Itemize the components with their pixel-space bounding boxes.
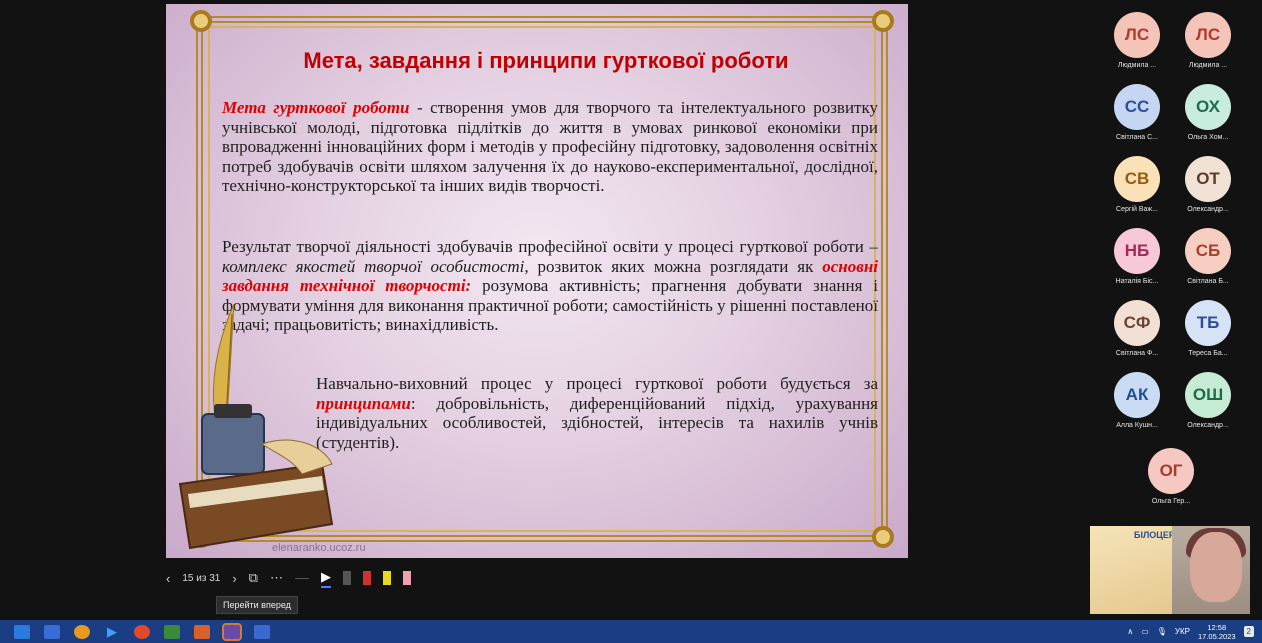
participant-name: Людмила ... [1188,62,1228,69]
avatar: ОГ [1148,448,1194,494]
slides-grid-icon[interactable]: ⧉ [249,570,258,586]
participant-tile[interactable]: НБ Наталія Біс... [1100,228,1174,285]
participant-name: Світлана Б... [1187,278,1229,285]
participant-tile[interactable]: АК Алла Кушн... [1100,372,1174,429]
word-icon[interactable] [254,624,270,639]
teams-icon[interactable] [222,622,242,641]
next-slide-tooltip: Перейти вперед [216,596,298,614]
calculator-icon[interactable] [164,624,180,639]
avatar: АК [1114,372,1160,418]
clock[interactable]: 12:58 17.05.2023 [1198,623,1236,641]
paragraph-principles: Навчально-виховний процес у процесі гурт… [316,374,878,452]
goal-lead: Мета гурткової роботи [222,98,410,117]
play-icon[interactable]: ▶ [104,624,120,639]
avatar: НБ [1114,228,1160,274]
network-icon[interactable]: ▭ [1141,627,1149,636]
slide-counter: 15 из 31 [182,572,221,584]
participant-tile[interactable]: ОГ Ольга Гер... [1134,448,1208,505]
clock-time: 12:58 [1207,622,1227,632]
participant-name: Наталія Біс... [1115,278,1159,285]
presentation-stage: Мета, завдання і принципи гурткової робо… [0,0,1262,620]
slide-controls: ‹ 15 из 31 › ⧉ ⋯ ▶ [166,566,486,590]
highlighter-tool-icon[interactable] [382,571,391,585]
avatar: СВ [1114,156,1160,202]
frame-corner-ornament [872,10,894,32]
toolbar-divider [294,577,309,579]
clock-date: 17.05.2023 [1198,631,1236,641]
chrome-icon[interactable] [134,624,150,639]
participant-name: Олександр... [1187,422,1229,429]
participant-name: Людмила ... [1117,62,1157,69]
participant-name: Сергій Важ... [1116,206,1158,213]
speaker-video-tile[interactable]: БІЛОЦЕРК НЕПЕРЕРВН [1090,526,1250,614]
taskbar: ▶ ∧ ▭ 🎙 УКР 12:58 17.05.2023 2 [0,620,1262,643]
participant-name: Світлана Ф... [1115,350,1159,357]
avatar: ОХ [1185,84,1231,130]
participant-tile[interactable]: ОХ Ольга Хом... [1171,84,1245,141]
participant-tile[interactable]: СБ Світлана Б... [1171,228,1245,285]
principles-text-a: Навчально-виховний процес у процесі гурт… [316,374,878,393]
prev-slide-button[interactable]: ‹ [166,571,170,586]
red-pen-tool-icon[interactable] [362,571,371,585]
more-options-icon[interactable]: ⋯ [270,570,283,586]
result-italic: комплекс якостей творчої особистості [222,256,525,276]
slide-watermark: elenaranko.ucoz.ru [272,542,366,554]
start-icon[interactable] [14,624,30,639]
avatar: СБ [1185,228,1231,274]
pink-marker-tool-icon[interactable] [402,571,411,585]
participant-name: Алла Кушн... [1116,422,1158,429]
participant-name: Ольга Гер... [1151,498,1191,505]
avatar: ЛС [1185,12,1231,58]
participant-tile[interactable]: СС Світлана С... [1100,84,1174,141]
result-text-b: , розвиток яких можна розглядати як [524,256,823,276]
language-indicator[interactable]: УКР [1175,627,1190,636]
eraser-tool-icon[interactable] [342,571,351,585]
pointer-tool-icon[interactable]: ▶ [320,569,331,588]
avatar: ТБ [1185,300,1231,346]
system-tray: ∧ ▭ 🎙 УКР 12:58 17.05.2023 2 [1127,620,1254,643]
frame-corner-ornament [872,526,894,548]
save-icon[interactable] [44,624,60,639]
settings-app-icon[interactable] [194,624,210,639]
next-slide-button[interactable]: › [232,571,236,586]
avatar: СФ [1114,300,1160,346]
microphone-icon[interactable]: 🎙 [1157,627,1167,636]
inkwell-books-illustration [178,303,334,550]
result-text-a: Результат творчої діяльності здобувачів … [222,237,878,256]
participant-name: Тереса Ба... [1188,350,1228,357]
participant-tile[interactable]: ЛС Людмила ... [1100,12,1174,69]
speaker-face [1190,532,1242,602]
avatar: СС [1114,84,1160,130]
participant-tile[interactable]: ОТ Олександр... [1171,156,1245,213]
slide-title: Мета, завдання і принципи гурткової робо… [303,48,789,73]
notifications-icon[interactable]: 2 [1243,626,1254,637]
participant-tile[interactable]: СВ Сергій Важ... [1100,156,1174,213]
media-app-icon[interactable] [74,624,90,639]
paragraph-goal: Мета гурткової роботи - створення умов д… [222,98,878,196]
participant-tile[interactable]: ЛС Людмила ... [1171,12,1245,69]
slide: Мета, завдання і принципи гурткової робо… [166,4,908,558]
participant-name: Світлана С... [1116,134,1158,141]
frame-corner-ornament [190,10,212,32]
participant-tile[interactable]: ТБ Тереса Ба... [1171,300,1245,357]
participant-name: Олександр... [1187,206,1229,213]
participant-tile[interactable]: СФ Світлана Ф... [1100,300,1174,357]
avatar: ОТ [1185,156,1231,202]
participant-name: Ольга Хом... [1187,134,1229,141]
chevron-up-icon[interactable]: ∧ [1127,627,1133,636]
participant-tile[interactable]: ОШ Олександр... [1171,372,1245,429]
avatar: ЛС [1114,12,1160,58]
avatar: ОШ [1185,372,1231,418]
